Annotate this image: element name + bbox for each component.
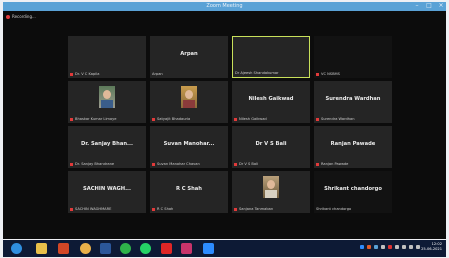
mic-muted-icon bbox=[234, 162, 237, 166]
participant-label: SACHIN WAGHMARE bbox=[75, 207, 112, 211]
system-tray bbox=[360, 245, 420, 249]
participant-tile[interactable]: Ranjan Pawade Ranjan Pawade bbox=[314, 126, 392, 168]
whatsapp-icon[interactable] bbox=[140, 243, 151, 254]
participant-tile[interactable]: Nilesh Gaikwad Nilesh Gaikwad bbox=[232, 81, 310, 123]
participant-name: Surendra Wardhan bbox=[325, 96, 381, 102]
participant-label: Dr Ajeesh Shandakumar bbox=[235, 71, 279, 75]
participant-name: Arpan bbox=[180, 51, 198, 57]
zoom-icon[interactable] bbox=[203, 243, 214, 254]
tray-icon[interactable] bbox=[388, 245, 392, 249]
volume-icon[interactable] bbox=[402, 245, 406, 249]
participant-name: Suvan Manohar... bbox=[163, 141, 215, 147]
start-icon[interactable] bbox=[11, 243, 22, 254]
minimize-button[interactable]: – bbox=[414, 3, 420, 9]
participant-video bbox=[263, 176, 279, 198]
participant-label: Sanjana Tanmaban bbox=[239, 207, 274, 211]
youtube-icon[interactable] bbox=[161, 243, 172, 254]
participant-label: Nilesh Gaikwad bbox=[239, 117, 267, 121]
participant-name: Nilesh Gaikwad bbox=[248, 96, 294, 102]
mic-muted-icon bbox=[316, 162, 319, 166]
participant-tile[interactable]: Bhaskar Kumar Limaye bbox=[68, 81, 146, 123]
participant-label: Dr. Sanjay Bhandrane bbox=[75, 162, 115, 166]
tray-icon[interactable] bbox=[360, 245, 364, 249]
title-bar: Zoom Meeting – □ × bbox=[3, 2, 446, 11]
participant-name: Dr V S Bali bbox=[255, 141, 287, 147]
participant-label: R C Shah bbox=[157, 207, 174, 211]
close-button[interactable]: × bbox=[438, 3, 444, 9]
participant-label: Shrikant chandorgo bbox=[316, 207, 352, 211]
recording-indicator[interactable]: Recording... bbox=[6, 14, 36, 19]
tray-icon[interactable] bbox=[381, 245, 385, 249]
mic-muted-icon bbox=[70, 207, 73, 211]
maximize-button[interactable]: □ bbox=[426, 3, 432, 9]
participant-label: VC NSBMS bbox=[321, 72, 340, 76]
participant-tile[interactable]: SACHIN WAGH... SACHIN WAGHMARE bbox=[68, 171, 146, 213]
participant-label: Bhaskar Kumar Limaye bbox=[75, 117, 117, 121]
mic-muted-icon bbox=[70, 117, 73, 121]
zoom-window: Zoom Meeting – □ × Recording... Dr. V C … bbox=[3, 2, 446, 239]
participant-name: Shrikant chandorgo bbox=[324, 186, 382, 192]
participant-tile[interactable]: VC NSBMS bbox=[314, 36, 392, 78]
participant-video bbox=[99, 86, 115, 108]
windows-taskbar: 12:02 25-06-2021 bbox=[3, 240, 446, 257]
word-icon[interactable] bbox=[100, 243, 111, 254]
tray-icon[interactable] bbox=[367, 245, 371, 249]
photos-icon[interactable] bbox=[181, 243, 192, 254]
participant-tile[interactable]: Dr. Sanjay Bhan... Dr. Sanjay Bhandrane bbox=[68, 126, 146, 168]
participant-tile[interactable]: Suvan Manohar... Suvan Manohar Chavan bbox=[150, 126, 228, 168]
participant-tile[interactable]: R C Shah R C Shah bbox=[150, 171, 228, 213]
participant-label: Suvan Manohar Chavan bbox=[157, 162, 200, 166]
mic-muted-icon bbox=[152, 207, 155, 211]
powerpoint-icon[interactable] bbox=[58, 243, 69, 254]
mic-muted-icon bbox=[316, 72, 319, 76]
tray-icon[interactable] bbox=[374, 245, 378, 249]
participant-tile[interactable]: Shrikant chandorgo Shrikant chandorgo bbox=[314, 171, 392, 213]
chrome-icon[interactable] bbox=[80, 243, 91, 254]
mic-muted-icon bbox=[152, 162, 155, 166]
record-icon bbox=[6, 14, 10, 19]
participant-label: Dr V S Bali bbox=[239, 162, 259, 166]
mic-muted-icon bbox=[234, 117, 237, 121]
participant-label: Ranjan Pawade bbox=[321, 162, 349, 166]
participant-name: SACHIN WAGH... bbox=[83, 186, 131, 192]
tray-icon[interactable] bbox=[395, 245, 399, 249]
participant-video bbox=[181, 86, 197, 108]
participant-tile[interactable]: Satyajit Bhadauria bbox=[150, 81, 228, 123]
participant-tile[interactable]: Surendra Wardhan Surendra Wardhan bbox=[314, 81, 392, 123]
participant-tile[interactable]: Dr. V C Kapila bbox=[68, 36, 146, 78]
participant-label: Satyajit Bhadauria bbox=[157, 117, 191, 121]
participant-label: Dr. V C Kapila bbox=[75, 72, 100, 76]
participant-tile[interactable]: Dr V S Bali Dr V S Bali bbox=[232, 126, 310, 168]
mic-muted-icon bbox=[70, 162, 73, 166]
network-icon[interactable] bbox=[409, 245, 413, 249]
participant-label: Arpan bbox=[152, 72, 163, 76]
clock[interactable]: 12:02 25-06-2021 bbox=[421, 242, 442, 252]
participant-name: Ranjan Pawade bbox=[330, 141, 376, 147]
mic-muted-icon bbox=[234, 207, 237, 211]
mic-muted-icon bbox=[70, 72, 73, 76]
participant-tile-active-speaker[interactable]: Dr Ajeesh Shandakumar bbox=[232, 36, 310, 78]
participant-tile[interactable]: Arpan Arpan bbox=[150, 36, 228, 78]
participant-tile[interactable]: Sanjana Tanmaban bbox=[232, 171, 310, 213]
recording-label: Recording... bbox=[12, 14, 36, 19]
file-explorer-icon[interactable] bbox=[36, 243, 47, 254]
participant-name: R C Shah bbox=[175, 186, 203, 192]
participant-grid: Dr. V C Kapila Arpan Arpan Dr Ajeesh Sha… bbox=[68, 36, 392, 239]
mic-muted-icon bbox=[316, 117, 319, 121]
clock-date: 25-06-2021 bbox=[421, 247, 442, 251]
window-title: Zoom Meeting bbox=[206, 3, 243, 9]
mic-muted-icon bbox=[152, 117, 155, 121]
participant-label: Surendra Wardhan bbox=[321, 117, 355, 121]
green-app-icon[interactable] bbox=[120, 243, 131, 254]
participant-name: Dr. Sanjay Bhan... bbox=[81, 141, 133, 147]
battery-icon[interactable] bbox=[416, 245, 420, 249]
